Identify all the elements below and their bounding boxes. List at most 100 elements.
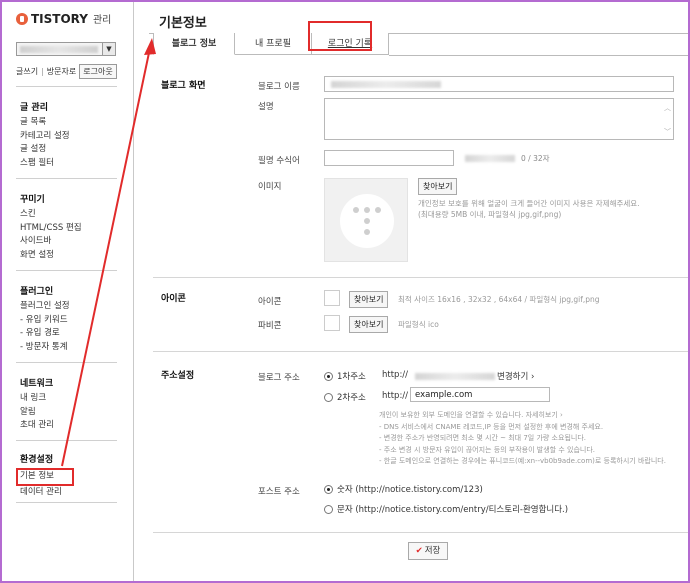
brand-sub: 관리 (92, 15, 112, 26)
sidebar-item-post-settings[interactable]: 글 설정 (20, 143, 70, 157)
image-find-button[interactable]: 찾아보기 (418, 178, 458, 195)
sidebar-divider (16, 86, 117, 87)
secondary-address-input[interactable]: example.com (410, 387, 550, 402)
tab-underline (389, 55, 688, 56)
nickname-counter: 0 / 32자 (521, 153, 550, 164)
blog-select[interactable]: ▼ (16, 42, 116, 56)
icon-preview (324, 290, 340, 306)
quick-links: 글쓰기 | 방문자로 로그아웃 (16, 64, 117, 79)
image-hint-line-1: 개인정보 보호를 위해 얼굴이 크게 들어간 이미지 사용은 자제해주세요. (418, 199, 640, 208)
address-note: - 주소 변경 시 방문자 유입이 끊어지는 등의 부작용이 발생할 수 있습니… (379, 445, 595, 454)
secondary-address-radio[interactable] (324, 393, 333, 402)
brand-name: TISTORY (31, 11, 88, 26)
primary-address-label: 1차주소 (337, 372, 366, 382)
sidebar-divider (16, 270, 117, 271)
image-label: 이미지 (258, 182, 282, 192)
section-title-address: 주소설정 (161, 371, 195, 381)
counter-text: 0 / 32자 (521, 154, 550, 163)
tab-login-history[interactable]: 로그인 기록 (308, 21, 389, 55)
write-link[interactable]: 글쓰기 (16, 66, 38, 77)
main-panel: 기본정보 블로그 정보 내 프로필 로그인 기록 블로그 화면 블로그 이름 설… (135, 2, 688, 581)
blog-image-thumbnail (324, 178, 408, 262)
sidebar-divider (16, 178, 117, 179)
favicon-hint: 파일형식 ico (398, 320, 439, 329)
change-address-link[interactable]: 변경하기 › (497, 370, 534, 382)
section-divider (153, 532, 688, 533)
address-note: - 변경한 주소가 반영되려면 최소 몇 시간 ~ 최대 7일 가량 소요됩니다… (379, 434, 586, 442)
sidebar-group-title: 플러그인 (20, 287, 54, 297)
sidebar-item-plugin-settings[interactable]: 플러그인 설정 (20, 300, 70, 314)
scroll-down-icon[interactable]: ﹀ (664, 127, 671, 137)
page-title: 기본정보 (159, 16, 207, 31)
nickname-input[interactable] (324, 150, 454, 166)
sidebar-group-posts: 글 관리 글 목록 카테고리 설정 글 설정 스팸 필터 (20, 100, 70, 170)
sidebar-item-my-links[interactable]: 내 링크 (20, 392, 54, 406)
sidebar-item-spam-filter[interactable]: 스팸 필터 (20, 157, 70, 171)
check-icon: ✔ (415, 546, 423, 556)
sidebar-group-plugins: 플러그인 플러그인 설정 - 유입 키워드 - 유입 경로 - 방문자 통계 (20, 284, 70, 354)
post-address-label: 포스트 주소 (258, 487, 300, 497)
post-address-text-label: 문자 (http://notice.tistory.com/entry/티스토리… (337, 505, 569, 515)
favicon-preview (324, 315, 340, 331)
primary-address-radio[interactable] (324, 372, 333, 381)
divider: | (41, 67, 44, 76)
address-note: - 한글 도메인으로 연결하는 경우에는 퓨니코드(예:xn--vb0b9ade… (379, 457, 666, 465)
sidebar-item-alerts[interactable]: 알림 (20, 406, 54, 420)
sidebar-group-title: 글 관리 (20, 103, 48, 113)
sidebar-item-sidebar[interactable]: 사이드바 (20, 235, 82, 249)
sidebar-divider (16, 362, 117, 363)
blog-name-value-blurred (331, 81, 441, 88)
post-address-number-radio[interactable] (324, 485, 333, 494)
sidebar-item-visitor-stats[interactable]: - 방문자 통계 (20, 341, 70, 355)
logout-button[interactable]: 로그아웃 (79, 64, 117, 79)
description-label: 설명 (258, 102, 274, 112)
blog-select-value-blurred (20, 46, 98, 53)
sidebar-group-settings: 환경설정 기본 정보 데이터 관리 (16, 452, 74, 500)
image-hint: 개인정보 보호를 위해 얼굴이 크게 들어간 이미지 사용은 자제해주세요. (… (418, 198, 640, 220)
visitor-link[interactable]: 방문자로 (47, 66, 76, 77)
sidebar-item-data-management[interactable]: 데이터 관리 (20, 486, 74, 500)
sidebar-item-html-css[interactable]: HTML/CSS 편집 (20, 222, 82, 236)
sidebar-item-invites[interactable]: 초대 관리 (20, 419, 54, 433)
save-button[interactable]: ✔ 저장 (408, 542, 448, 560)
icon-label: 아이콘 (258, 297, 282, 307)
sidebar-item-category[interactable]: 카테고리 설정 (20, 130, 70, 144)
nickname-preview-blurred (465, 155, 515, 162)
tab-blog-info[interactable]: 블로그 정보 (153, 33, 235, 55)
sidebar-item-screen[interactable]: 화면 설정 (20, 249, 82, 263)
secondary-address-prefix: http:// (382, 391, 409, 401)
sidebar-group-design: 꾸미기 스킨 HTML/CSS 편집 사이드바 화면 설정 (20, 192, 82, 262)
brand-logo[interactable]: TISTORY 관리 (16, 11, 111, 26)
favicon-find-button[interactable]: 찾아보기 (349, 316, 389, 333)
blog-address-label: 블로그 주소 (258, 373, 300, 383)
sidebar: TISTORY 관리 ▼ 글쓰기 | 방문자로 로그아웃 글 관리 글 목록 카… (2, 2, 134, 581)
sidebar-item-basic-info[interactable]: 기본 정보 (16, 468, 74, 486)
tab-bar: 블로그 정보 내 프로필 로그인 기록 (153, 21, 389, 55)
post-address-number-label: 숫자 (http://notice.tistory.com/123) (337, 485, 483, 495)
address-note: - DNS 서비스에서 CNAME 레코드,IP 등을 먼저 설정한 후에 변경… (379, 422, 604, 431)
sidebar-group-network: 네트워크 내 링크 알림 초대 관리 (20, 376, 54, 433)
sidebar-item-skin[interactable]: 스킨 (20, 208, 82, 222)
blog-name-input[interactable] (324, 76, 674, 92)
secondary-address-label: 2차주소 (337, 393, 366, 403)
section-title-icon: 아이콘 (161, 294, 186, 304)
sidebar-item-post-list[interactable]: 글 목록 (20, 116, 70, 130)
sidebar-item-keywords[interactable]: - 유입 키워드 (20, 314, 70, 328)
tistory-placeholder-icon (340, 194, 394, 248)
scroll-up-icon[interactable]: ︿ (664, 103, 671, 113)
primary-address-blurred (415, 373, 495, 380)
section-divider (153, 277, 688, 278)
sidebar-group-title: 환경설정 (20, 455, 54, 465)
chevron-down-icon[interactable]: ▼ (102, 43, 115, 55)
primary-address-prefix: http:// (382, 370, 409, 380)
tab-profile[interactable]: 내 프로필 (235, 33, 312, 55)
section-title-blog-screen: 블로그 화면 (161, 81, 206, 91)
icon-find-button[interactable]: 찾아보기 (349, 291, 389, 308)
address-notes: 개인이 보유한 외부 도메인을 연결할 수 있습니다. 자세히보기 › - DN… (379, 410, 666, 468)
description-textarea[interactable]: ︿ ﹀ (324, 98, 674, 140)
post-address-text-radio[interactable] (324, 505, 333, 514)
sidebar-group-title: 네트워크 (20, 379, 54, 389)
tistory-logo-icon (16, 12, 28, 25)
sidebar-divider (16, 502, 117, 503)
sidebar-item-referrers[interactable]: - 유입 경로 (20, 327, 70, 341)
